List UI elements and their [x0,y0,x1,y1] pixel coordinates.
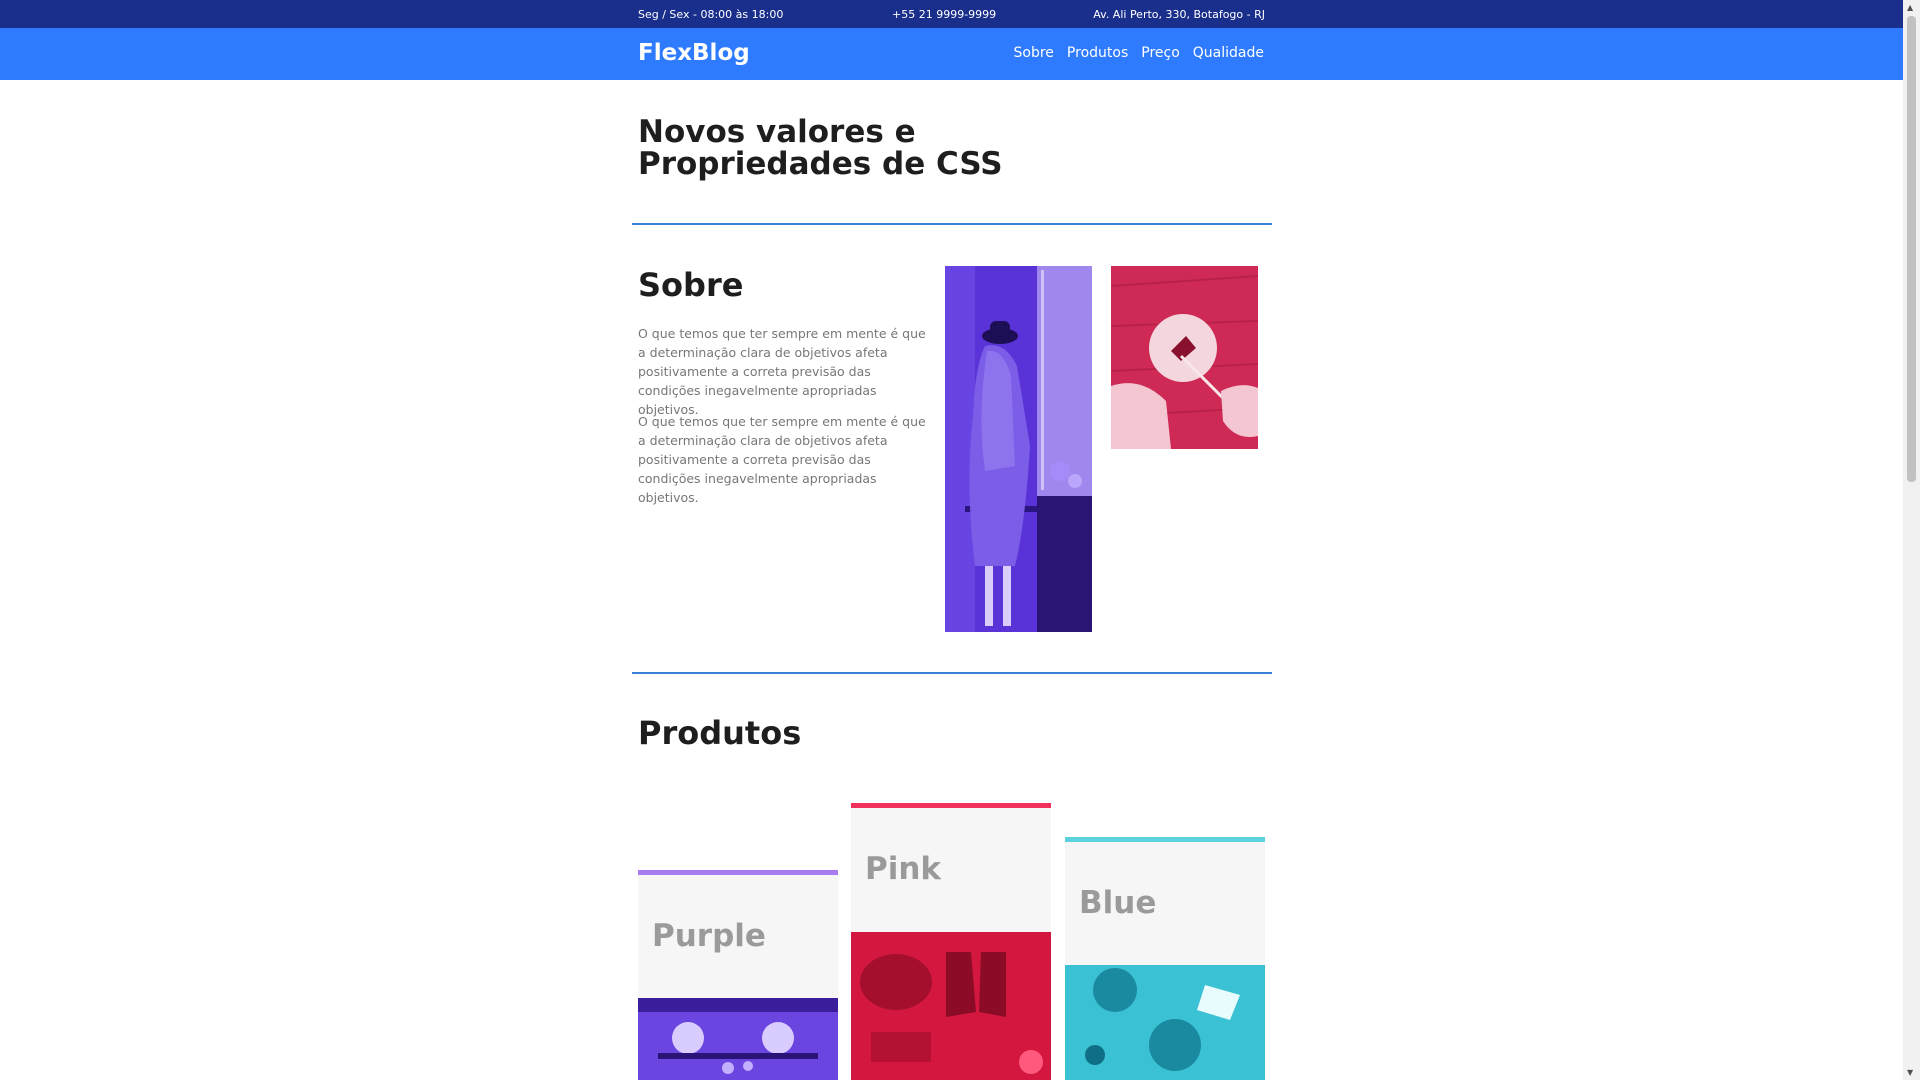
scroll-down-icon[interactable]: ▼ [1907,1068,1913,1077]
card-label: Purple [652,918,766,954]
card-label: Pink [865,851,942,887]
page-title: Novos valores e Propriedades de CSS [638,114,1003,182]
section-divider [632,223,1272,225]
page-scrollbar[interactable]: ▲ ▼ [1903,0,1920,1080]
hands-plant-photo [1111,266,1258,449]
address: Av. Ali Perto, 330, Botafogo - RJ [1093,8,1265,21]
nav-link-qualidade[interactable]: Qualidade [1193,45,1264,61]
phone-number: +55 21 9999-9999 [892,8,997,21]
woman-window-photo [945,266,1092,632]
nav-menu: Sobre Produtos Preço Qualidade [1014,45,1264,61]
site-logo[interactable]: FlexBlog [638,40,750,66]
scroll-up-icon[interactable]: ▲ [1907,3,1913,12]
main-navbar: FlexBlog Sobre Produtos Preço Qualidade [0,28,1903,80]
nav-link-produtos[interactable]: Produtos [1067,45,1128,61]
product-card-pink[interactable]: Pink [851,803,1051,1080]
pink-product-photo [851,932,1051,1080]
blue-product-photo [1065,965,1265,1080]
sobre-paragraph-1: O que temos que ter sempre em mente é qu… [638,326,926,417]
nav-link-sobre[interactable]: Sobre [1014,45,1054,61]
card-color-bar [638,870,838,875]
product-card-purple[interactable]: Purple [638,870,838,1080]
card-label: Blue [1079,885,1157,921]
business-hours: Seg / Sex - 08:00 às 18:00 [638,8,784,21]
scroll-thumb[interactable] [1907,16,1916,482]
purple-product-photo [638,998,838,1080]
top-info-bar: Seg / Sex - 08:00 às 18:00 +55 21 9999-9… [0,0,1903,28]
product-card-blue[interactable]: Blue [1065,837,1265,1080]
card-color-bar [851,803,1051,808]
sobre-paragraph-2: O que temos que ter sempre em mente é qu… [638,414,926,505]
nav-link-preco[interactable]: Preço [1141,45,1180,61]
section-divider [632,672,1272,674]
card-color-bar [1065,837,1265,842]
produtos-title: Produtos [638,714,802,752]
sobre-title: Sobre [638,266,744,304]
